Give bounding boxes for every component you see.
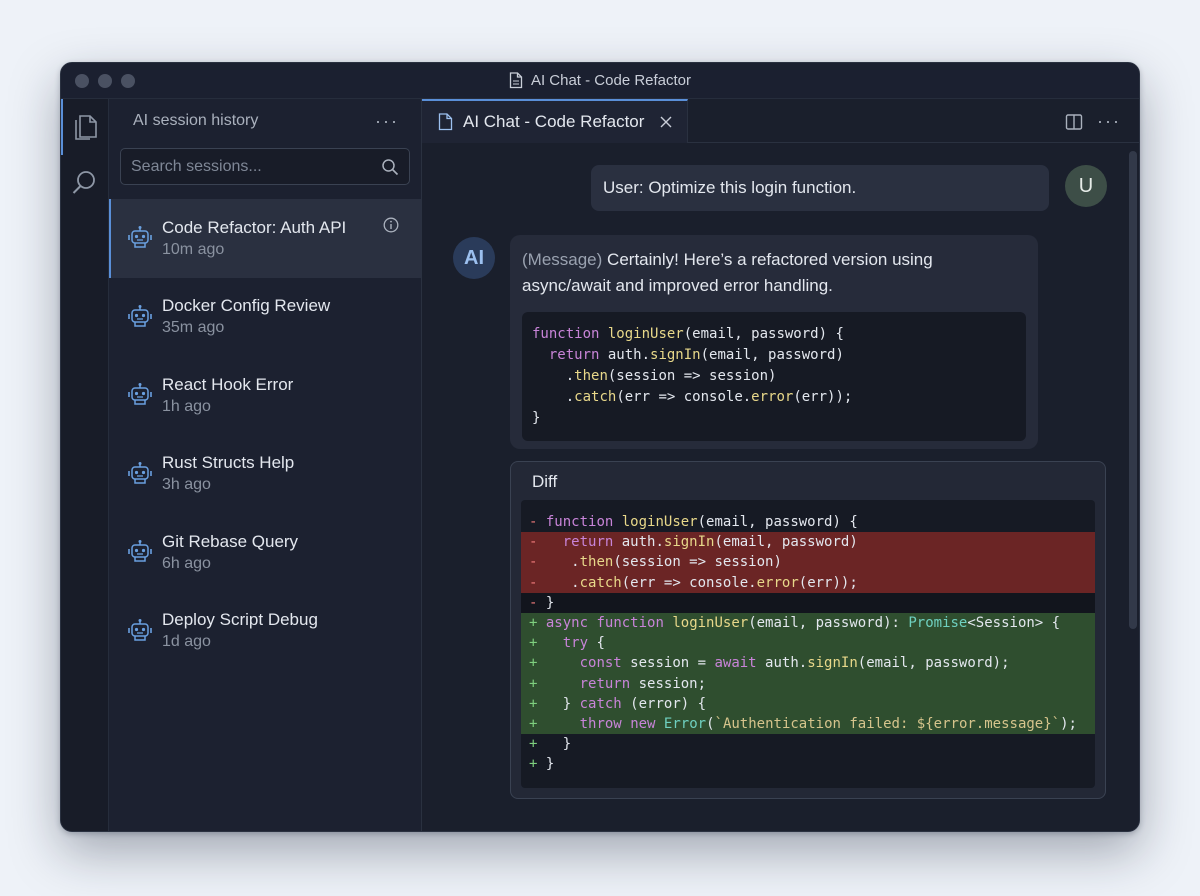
window-title-text: AI Chat - Code Refactor — [530, 72, 692, 89]
code-line: .catch(err => console.error(err)); — [532, 389, 853, 405]
diff-line: - } — [521, 592, 1095, 613]
diff-line-added: + return session; — [521, 673, 1095, 694]
code-line: } — [532, 410, 541, 426]
file-icon — [509, 72, 523, 89]
window-controls — [75, 74, 135, 88]
split-editor-icon[interactable] — [1065, 113, 1083, 131]
robot-icon — [128, 461, 152, 484]
robot-icon — [128, 304, 152, 327]
ai-message-bubble: (Message) Certainly! Here’s a refactored… — [510, 235, 1038, 449]
title-bar: AI Chat - Code Refactor — [61, 63, 1139, 99]
diff-line-added: + async function loginUser(email, passwo… — [521, 612, 1095, 634]
diff-line-added: + try { — [521, 633, 1095, 654]
session-time: 6h ago — [162, 554, 211, 572]
session-title: React Hook Error — [162, 374, 294, 394]
diff-panel: Diff - function loginUser(email, passwor… — [510, 461, 1106, 799]
session-time: 10m ago — [162, 240, 225, 258]
activity-bar — [61, 99, 109, 831]
session-sidebar: AI session history ··· Code Refactor: Au… — [109, 99, 422, 831]
sidebar-title: AI session history — [133, 112, 259, 129]
user-message-text: User: Optimize this login function. — [603, 178, 857, 197]
maximize-window-button[interactable] — [121, 74, 135, 88]
files-icon — [75, 115, 97, 140]
tab-bar: AI Chat - Code Refactor ··· — [422, 99, 1139, 143]
explorer-activity-button[interactable] — [61, 99, 109, 155]
session-title: Rust Structs Help — [162, 453, 295, 473]
diff-line-removed: - .then(session => session) — [521, 552, 1095, 573]
search-icon[interactable] — [381, 158, 399, 176]
diff-code-view: - function loginUser(email, password) {-… — [521, 500, 1095, 788]
diff-line: + } — [521, 734, 1095, 755]
diff-line-added: + throw new Error(`Authentication failed… — [521, 713, 1095, 735]
tab-ai-chat[interactable]: AI Chat - Code Refactor — [422, 99, 688, 143]
diff-line: + } — [521, 754, 1095, 775]
ellipsis-icon[interactable]: ··· — [375, 111, 399, 132]
chat-scrollbar[interactable] — [1129, 151, 1137, 629]
ellipsis-icon[interactable]: ··· — [1097, 111, 1121, 132]
session-time: 3h ago — [162, 476, 211, 494]
info-icon[interactable] — [383, 217, 399, 233]
code-line: function loginUser(email, password) { — [532, 326, 844, 342]
robot-icon — [128, 226, 152, 248]
ai-avatar: AI — [453, 237, 495, 279]
session-title: Deploy Script Debug — [162, 610, 318, 630]
session-title: Code Refactor: Auth API — [162, 217, 347, 237]
session-item[interactable]: Docker Config Review 35m ago — [109, 278, 421, 357]
session-time: 1h ago — [162, 397, 211, 415]
session-item[interactable]: Rust Structs Help 3h ago — [109, 435, 421, 514]
search-icon — [72, 171, 95, 194]
diff-line-removed: - .catch(err => console.error(err)); — [521, 572, 1095, 593]
session-list: Code Refactor: Auth API 10m ago Docker C… — [109, 199, 421, 670]
diff-line: - function loginUser(email, password) { — [521, 512, 1095, 533]
robot-icon — [128, 383, 152, 405]
sidebar-header: AI session history ··· — [109, 99, 421, 143]
close-icon[interactable] — [660, 116, 672, 128]
minimize-window-button[interactable] — [98, 74, 112, 88]
diff-line-added: + } catch (error) { — [521, 693, 1095, 714]
close-window-button[interactable] — [75, 74, 89, 88]
robot-icon — [128, 618, 152, 641]
search-box — [120, 148, 410, 185]
session-title: Docker Config Review — [162, 296, 331, 316]
tab-actions: ··· — [1065, 111, 1121, 132]
ai-message-prefix: (Message) — [522, 250, 603, 269]
ai-message: (Message) Certainly! Here’s a refactored… — [522, 247, 1026, 299]
session-time: 1d ago — [162, 633, 211, 651]
diff-line-added: + const session = await auth.signIn(emai… — [521, 653, 1095, 674]
user-avatar: U — [1065, 165, 1107, 207]
session-item[interactable]: Deploy Script Debug 1d ago — [109, 592, 421, 671]
code-block: function loginUser(email, password) { re… — [522, 312, 1026, 441]
user-message-bubble: User: Optimize this login function. — [591, 165, 1049, 211]
diff-title: Diff — [532, 472, 558, 491]
diff-line-removed: - return auth.signIn(email, password) — [521, 532, 1095, 553]
window-title: AI Chat - Code Refactor — [509, 72, 691, 89]
tab-label: AI Chat - Code Refactor — [463, 112, 645, 131]
code-line: .then(session => session) — [532, 368, 777, 384]
file-icon — [438, 113, 453, 131]
session-item[interactable]: Git Rebase Query 6h ago — [109, 513, 421, 592]
chat-editor: AI Chat - Code Refactor ··· User: Optimi… — [422, 99, 1139, 831]
session-item[interactable]: Code Refactor: Auth API 10m ago — [109, 199, 421, 278]
search-activity-button[interactable] — [61, 155, 109, 211]
app-window: AI Chat - Code Refactor AI session histo… — [60, 62, 1140, 832]
code-line: return auth.signIn(email, password) — [548, 347, 844, 363]
session-time: 35m ago — [162, 319, 225, 337]
session-title: Git Rebase Query — [162, 531, 299, 551]
robot-icon — [128, 540, 152, 562]
search-input[interactable] — [131, 157, 381, 176]
session-item[interactable]: React Hook Error 1h ago — [109, 356, 421, 435]
